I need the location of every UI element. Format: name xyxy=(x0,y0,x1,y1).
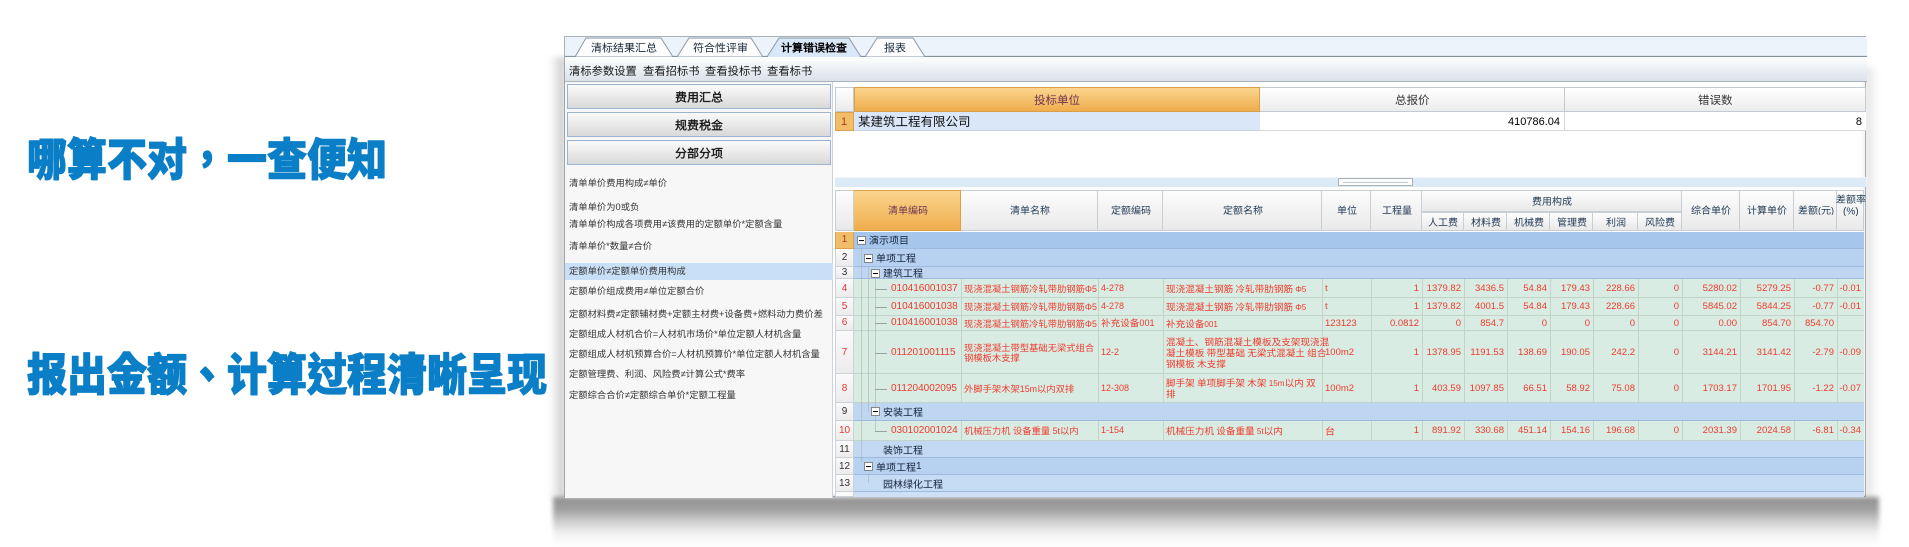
svg-text:≠: ≠ xyxy=(662,219,667,228)
svg-text:5t: 5t xyxy=(1255,427,1265,435)
svg-text:15m: 15m xyxy=(1266,380,1284,388)
svg-text:*: * xyxy=(733,349,737,358)
svg-text:≠: ≠ xyxy=(625,390,630,399)
svg-text:+: + xyxy=(667,309,672,318)
svg-text:5t: 5t xyxy=(1050,426,1060,435)
svg-text:Φ5: Φ5 xyxy=(1085,319,1097,328)
svg-text:≠: ≠ xyxy=(643,178,648,187)
svg-text:001: 001 xyxy=(1139,318,1154,327)
svg-text:Φ5: Φ5 xyxy=(1293,303,1306,311)
svg-text:*: * xyxy=(606,241,610,250)
svg-text:*: * xyxy=(686,390,690,399)
svg-text:(: ( xyxy=(1818,206,1821,215)
svg-text:Φ5: Φ5 xyxy=(1293,285,1306,293)
svg-text:): ) xyxy=(1831,206,1834,215)
svg-text:+: + xyxy=(752,309,757,318)
svg-text:≠: ≠ xyxy=(606,266,611,275)
svg-text:Φ5: Φ5 xyxy=(1085,302,1097,311)
svg-text:*: * xyxy=(714,329,718,338)
svg-text:*: * xyxy=(723,369,727,378)
svg-text:=: = xyxy=(653,329,658,338)
svg-text:001: 001 xyxy=(1204,320,1218,328)
svg-text:15m: 15m xyxy=(1020,384,1037,393)
svg-text:+: + xyxy=(719,309,724,318)
svg-text:0: 0 xyxy=(616,202,621,211)
svg-text:*: * xyxy=(741,219,745,228)
svg-text:(%): (%) xyxy=(1843,207,1859,216)
svg-text:Φ5: Φ5 xyxy=(1085,284,1097,293)
svg-text:≠: ≠ xyxy=(628,241,633,250)
svg-text:≠: ≠ xyxy=(643,286,648,295)
svg-text:=: = xyxy=(671,349,676,358)
svg-text:≠: ≠ xyxy=(681,369,686,378)
svg-text:≠: ≠ xyxy=(616,309,621,318)
